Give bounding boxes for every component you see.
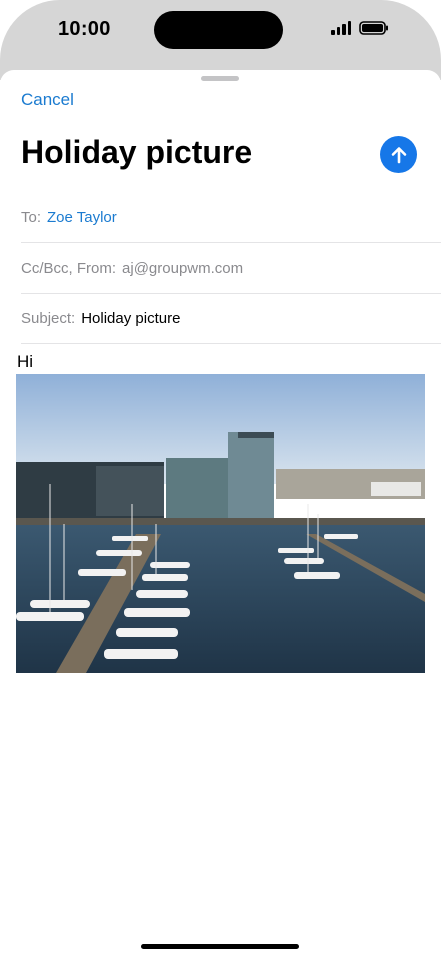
ccbcc-from-field[interactable]: Cc/Bcc, From: aj@groupwm.com <box>21 243 441 294</box>
status-time: 10:00 <box>58 18 111 40</box>
battery-icon <box>359 21 388 35</box>
subject-label: Subject: <box>21 309 76 327</box>
send-button[interactable] <box>380 136 417 173</box>
status-bar: 10:00 <box>0 0 441 80</box>
sheet-grabber[interactable] <box>201 76 239 81</box>
subject-input[interactable]: Holiday picture <box>81 310 180 327</box>
subject-field[interactable]: Subject: Holiday picture <box>21 293 441 344</box>
ccbcc-from-label: Cc/Bcc, From: <box>21 259 117 277</box>
cellular-signal-icon <box>331 21 351 35</box>
page-title: Holiday picture <box>21 134 253 170</box>
arrow-up-icon <box>391 146 406 163</box>
to-label: To: <box>21 208 42 226</box>
from-address[interactable]: aj@groupwm.com <box>122 260 243 277</box>
status-icons <box>331 21 389 35</box>
to-recipient[interactable]: Zoe Taylor <box>47 209 117 226</box>
to-field[interactable]: To: Zoe Taylor <box>21 192 441 243</box>
message-body[interactable]: Hi <box>17 352 33 372</box>
cancel-button[interactable]: Cancel <box>21 90 74 110</box>
dynamic-island <box>154 11 283 49</box>
compose-sheet: Cancel Holiday picture To: Zoe Taylor Cc… <box>0 70 441 958</box>
home-indicator[interactable] <box>141 944 299 949</box>
attached-photo[interactable] <box>16 374 425 673</box>
